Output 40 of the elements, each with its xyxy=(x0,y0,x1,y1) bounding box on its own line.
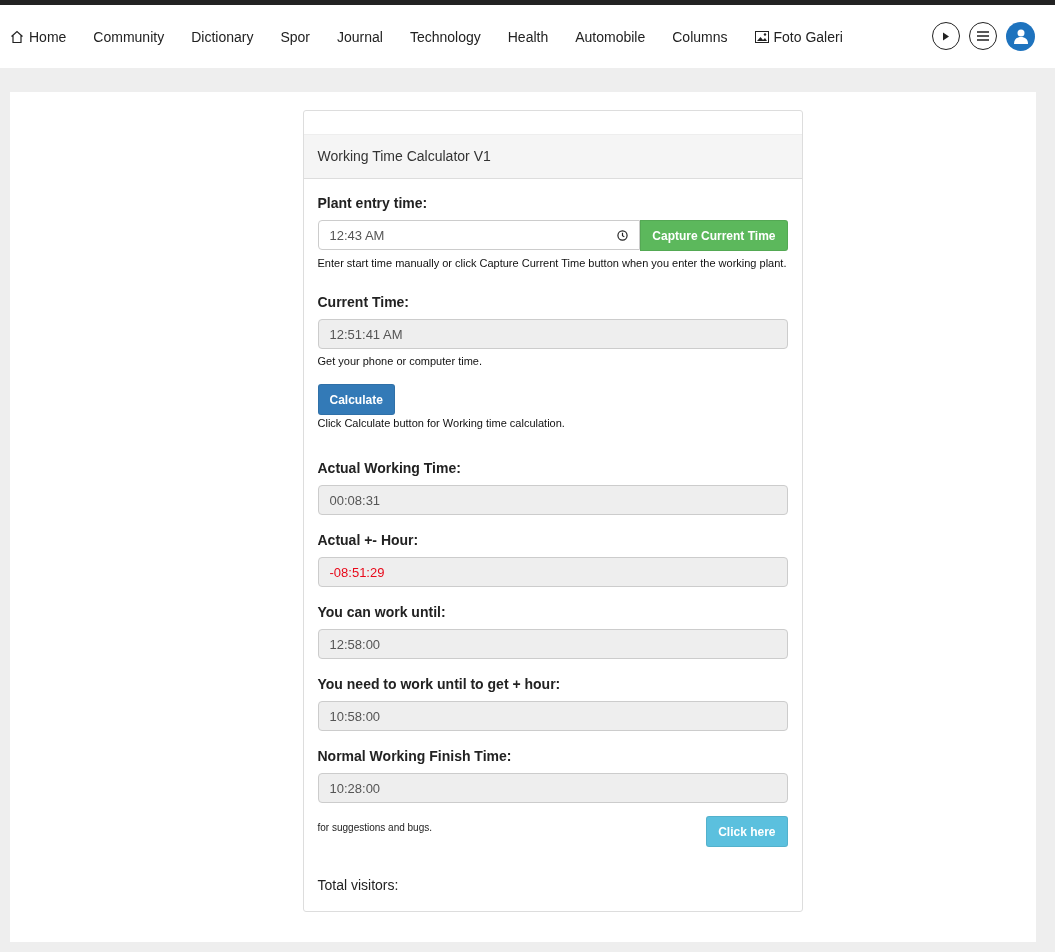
nav-link[interactable]: Health xyxy=(507,28,549,45)
result-field: 10:28:00 xyxy=(317,773,788,803)
nav-link[interactable]: Spor xyxy=(280,28,310,45)
feedback-text: for suggestions and bugs. xyxy=(317,822,433,833)
home-icon xyxy=(10,29,24,44)
nav-link[interactable]: Foto Galeri xyxy=(754,28,843,45)
nav-link[interactable]: Technology xyxy=(409,28,481,45)
image-icon xyxy=(754,30,769,43)
time-input[interactable]: 12:43 AM xyxy=(317,220,641,250)
nav-link[interactable]: Dictionary xyxy=(191,28,254,45)
visitors-text: Total visitors: xyxy=(317,877,400,893)
nav-link[interactable]: Journal xyxy=(337,28,383,45)
user-avatar-button[interactable] xyxy=(1006,22,1035,51)
nav-link[interactable]: Home xyxy=(10,28,67,45)
result-field: 12:58:00 xyxy=(317,629,788,659)
field-label: You can work until: xyxy=(317,604,447,620)
nav-link[interactable]: Automobile xyxy=(575,28,646,45)
field-label: Actual Working Time: xyxy=(317,460,462,476)
current-time-field: 12:51:41 AM xyxy=(317,319,788,349)
field-label: Actual +- Hour: xyxy=(317,532,420,548)
play-icon xyxy=(942,31,950,41)
menu-icon xyxy=(977,31,989,41)
result-field: -08:51:29 xyxy=(317,557,788,587)
user-icon xyxy=(1013,29,1028,44)
help-text: Click Calculate button for Working time calculation. xyxy=(317,416,566,431)
clock-icon xyxy=(617,229,629,241)
calculate-button[interactable]: Calculate xyxy=(317,384,395,415)
result-field: 00:08:31 xyxy=(317,485,788,515)
field-label: Normal Working Finish Time: xyxy=(317,748,513,764)
card-title: Working Time Calculator V1 xyxy=(303,134,802,179)
help-text: Enter start time manually or click Capture Current Time button when you enter the working plant. xyxy=(317,256,788,271)
field-label: You need to work until to get + hour: xyxy=(317,676,562,692)
field-label: Current Time: xyxy=(317,294,411,310)
help-text: Get your phone or computer time. xyxy=(317,354,483,369)
result-field: 10:58:00 xyxy=(317,701,788,731)
nav-link[interactable]: Columns xyxy=(672,28,728,45)
play-button[interactable] xyxy=(932,22,960,50)
field-label: Plant entry time: xyxy=(317,195,429,211)
menu-button[interactable] xyxy=(969,22,997,50)
nav-link[interactable]: Community xyxy=(93,28,165,45)
